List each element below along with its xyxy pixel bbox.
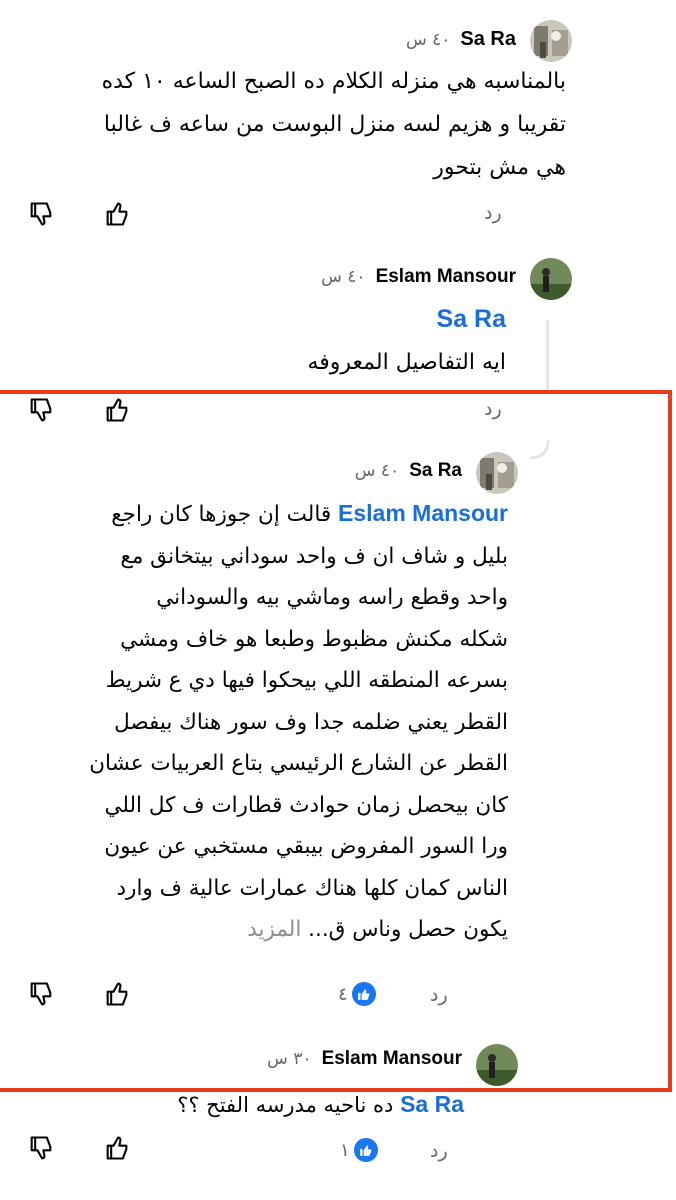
mention-link[interactable]: Sa Ra [437,305,506,333]
highlight-box [0,390,672,1092]
comment-time: ٤٠ س [321,267,366,287]
avatar-photo-icon [530,20,572,62]
comment-line: ده ناحيه مدرسه الفتح ؟؟ [177,1093,394,1117]
comment-author[interactable]: Sa Ra [460,28,516,51]
thumbs-down-icon[interactable] [27,1134,55,1162]
like-reaction-icon [353,1138,378,1162]
comment-header: ٤٠ س Eslam Mansour [321,266,516,288]
like-count: ١ [340,1139,350,1161]
thumbs-up-icon[interactable] [103,1134,131,1162]
comment-text: بالمناسبه هي منزله الكلام ده الصبح الساع… [46,60,566,189]
thumbs-down-icon[interactable] [27,200,55,228]
comment-text: Sa Ra ده ناحيه مدرسه الفتح ؟؟ [64,1090,464,1119]
comment-header: ٤٠ س Sa Ra [406,28,516,51]
thumbs-up-icon[interactable] [103,200,131,228]
comment-line: هي مش بتحور [433,155,566,180]
avatar[interactable] [530,258,572,300]
comment-line: تقريبا و هزيم لسه منزل البوست من ساعه ف … [103,112,566,137]
reaction-summary[interactable]: ١ [340,1138,378,1162]
comment-time: ٤٠ س [405,30,451,50]
reply-button[interactable]: رد [430,1140,448,1162]
thread-line [546,320,549,390]
comment-text: Sa Ra ايه التفاصيل المعروفه [106,298,506,384]
mention-link[interactable]: Sa Ra [400,1091,464,1117]
comment-author[interactable]: Eslam Mansour [376,266,516,288]
comment-line: ايه التفاصيل المعروفه [307,350,506,375]
avatar-photo-icon [530,258,572,300]
avatar[interactable] [530,20,572,62]
reply-button[interactable]: رد [484,202,502,224]
comment-line: بالمناسبه هي منزله الكلام ده الصبح الساع… [101,69,566,94]
